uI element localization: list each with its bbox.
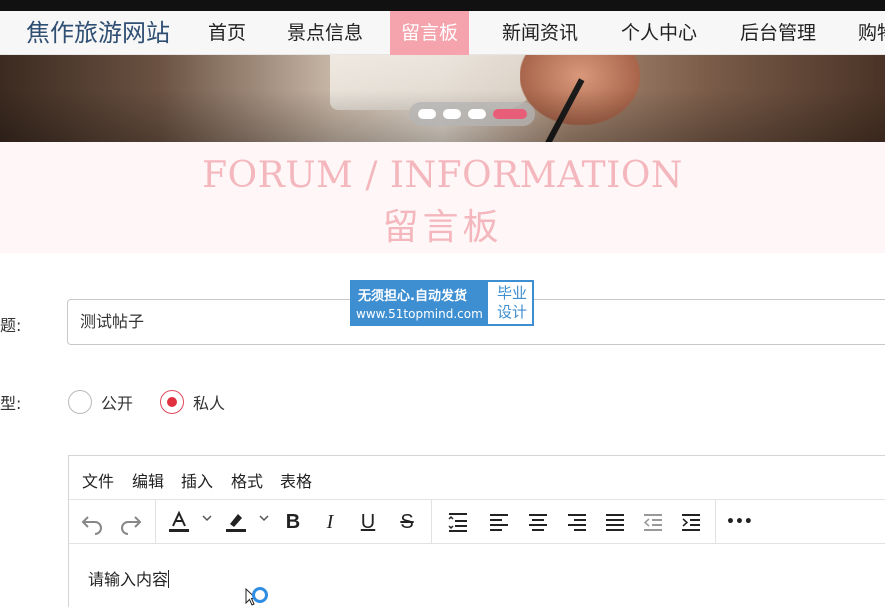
nav-item-attractions[interactable]: 景点信息: [287, 11, 363, 55]
radio-private-label: 私人: [193, 394, 226, 413]
menu-table[interactable]: 表格: [280, 468, 312, 492]
line-height-icon[interactable]: [446, 509, 470, 535]
section-heading: FORUM / INFORMATION 留言板: [0, 142, 885, 253]
editor-content[interactable]: 请输入内容: [88, 566, 170, 590]
carousel-indicators: [409, 102, 535, 126]
editor-menubar: 文件 编辑 插入 格式 表格: [69, 456, 885, 500]
text-caret: [168, 570, 170, 588]
radio-private-circle[interactable]: [160, 390, 184, 414]
nav-item-shopping[interactable]: 购物: [858, 11, 885, 55]
nav-item-news[interactable]: 新闻资讯: [502, 11, 578, 55]
align-right-icon[interactable]: [565, 509, 589, 535]
nav-item-profile[interactable]: 个人中心: [621, 11, 697, 55]
chevron-down-icon[interactable]: [201, 512, 213, 527]
title-label: 题:: [0, 316, 22, 335]
text-color-icon[interactable]: [167, 509, 191, 535]
stamp-right-top: 毕业: [496, 284, 527, 302]
banner-carousel[interactable]: [0, 55, 885, 142]
menu-format[interactable]: 格式: [231, 468, 263, 492]
redo-icon[interactable]: [119, 509, 143, 535]
menu-edit[interactable]: 编辑: [132, 468, 164, 492]
align-left-icon[interactable]: [487, 509, 511, 535]
carousel-dot-2[interactable]: [443, 109, 461, 119]
chevron-down-icon[interactable]: [258, 512, 270, 527]
strikethrough-icon[interactable]: S: [395, 509, 419, 535]
indent-icon[interactable]: [679, 509, 703, 535]
highlight-icon[interactable]: [224, 509, 248, 535]
radio-public[interactable]: 公开: [68, 389, 133, 415]
carousel-dot-3[interactable]: [468, 109, 486, 119]
radio-private[interactable]: 私人: [160, 389, 225, 415]
stamp-right-bottom: 设计: [496, 303, 527, 321]
rich-text-editor[interactable]: 文件 编辑 插入 格式 表格 B I U S ••• 请输入内容: [68, 455, 885, 607]
carousel-dot-1[interactable]: [418, 109, 436, 119]
nav-item-admin[interactable]: 后台管理: [740, 11, 816, 55]
align-center-icon[interactable]: [526, 509, 550, 535]
radio-public-circle[interactable]: [68, 390, 92, 414]
outdent-icon[interactable]: [641, 509, 665, 535]
radio-public-label: 公开: [101, 394, 134, 413]
stamp-line1: 无须担心.自动发货: [358, 289, 467, 304]
type-label: 型:: [0, 394, 22, 413]
toolbar-separator: [155, 500, 156, 544]
busy-indicator-icon: [252, 587, 268, 603]
menu-file[interactable]: 文件: [82, 468, 114, 492]
undo-icon[interactable]: [80, 509, 104, 535]
stamp-line2: www.51topmind.com: [356, 307, 483, 321]
more-icon[interactable]: •••: [726, 509, 753, 535]
window-top-bar: [0, 0, 885, 11]
editor-placeholder: 请输入内容: [88, 570, 169, 589]
toolbar-separator: [431, 500, 432, 544]
menu-insert[interactable]: 插入: [181, 468, 213, 492]
section-title-zh: 留言板: [382, 207, 503, 248]
bold-icon[interactable]: B: [281, 509, 305, 535]
editor-toolbar: B I U S •••: [69, 500, 885, 544]
banner-shade: [0, 55, 885, 142]
italic-icon[interactable]: I: [318, 509, 342, 535]
watermark-stamp: 无须担心.自动发货 www.51topmind.com 毕业 设计: [350, 280, 534, 326]
carousel-dot-4[interactable]: [493, 109, 527, 119]
section-title-en: FORUM / INFORMATION: [202, 155, 683, 196]
stamp-left: 无须担心.自动发货 www.51topmind.com: [352, 282, 488, 324]
underline-icon[interactable]: U: [356, 509, 380, 535]
site-title[interactable]: 焦作旅游网站: [26, 17, 170, 49]
top-nav: 焦作旅游网站 首页 景点信息 留言板 新闻资讯 个人中心 后台管理 购物: [0, 11, 885, 55]
nav-item-message-board[interactable]: 留言板: [390, 11, 470, 55]
align-justify-icon[interactable]: [603, 509, 627, 535]
stamp-right: 毕业 设计: [490, 282, 534, 324]
nav-item-home[interactable]: 首页: [208, 11, 246, 55]
toolbar-separator: [715, 500, 716, 544]
